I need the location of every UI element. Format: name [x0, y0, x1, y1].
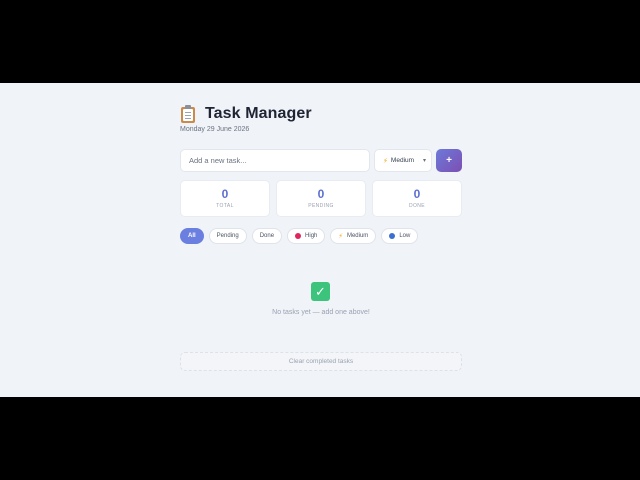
- filter-medium[interactable]: ⚡ Medium: [330, 228, 377, 244]
- chevron-down-icon: ▾: [422, 158, 426, 164]
- red-dot-icon: [295, 233, 302, 239]
- priority-select-value: Medium: [390, 157, 415, 164]
- filter-low[interactable]: Low: [381, 228, 419, 244]
- app-viewport: Task Manager Monday 29 June 2026 ⚡ Mediu…: [0, 83, 640, 397]
- add-task-row: ⚡ Medium ▾ +: [180, 149, 462, 172]
- empty-state-message: No tasks yet — add one above!: [272, 309, 370, 316]
- add-task-button[interactable]: +: [436, 149, 462, 172]
- stat-total-label: TOTAL: [216, 203, 234, 209]
- filter-done[interactable]: Done: [251, 228, 283, 244]
- stat-total-value: 0: [221, 187, 229, 201]
- new-task-input[interactable]: [180, 149, 370, 172]
- stat-total: 0 TOTAL: [180, 180, 270, 217]
- page-title: Task Manager: [205, 105, 312, 122]
- stat-done-label: DONE: [408, 203, 426, 209]
- stat-done: 0 DONE: [372, 180, 462, 217]
- clear-completed-button[interactable]: Clear completed tasks: [180, 352, 462, 371]
- lightning-icon: ⚡: [383, 157, 388, 165]
- task-manager-app: Task Manager Monday 29 June 2026 ⚡ Mediu…: [180, 83, 462, 397]
- blue-dot-icon: [389, 233, 396, 239]
- stat-pending-value: 0: [317, 187, 325, 201]
- clipboard-icon: [180, 105, 196, 123]
- stats-row: 0 TOTAL 0 PENDING 0 DONE: [180, 180, 462, 217]
- filter-bar: All Pending Done High ⚡ Medium Low: [180, 228, 419, 244]
- priority-select[interactable]: ⚡ Medium ▾: [374, 149, 432, 172]
- stat-pending: 0 PENDING: [276, 180, 366, 217]
- check-icon: ✓: [311, 282, 330, 301]
- header: Task Manager: [180, 104, 312, 124]
- filter-all[interactable]: All: [180, 228, 204, 244]
- filter-pending[interactable]: Pending: [208, 228, 247, 244]
- lightning-icon: ⚡: [338, 233, 343, 240]
- filter-medium-label: Medium: [346, 233, 369, 239]
- filter-high[interactable]: High: [287, 228, 326, 244]
- stat-done-value: 0: [413, 187, 421, 201]
- filter-high-label: High: [305, 233, 318, 239]
- current-date: Monday 29 June 2026: [180, 126, 250, 133]
- filter-low-label: Low: [399, 233, 411, 239]
- stat-pending-label: PENDING: [308, 203, 334, 209]
